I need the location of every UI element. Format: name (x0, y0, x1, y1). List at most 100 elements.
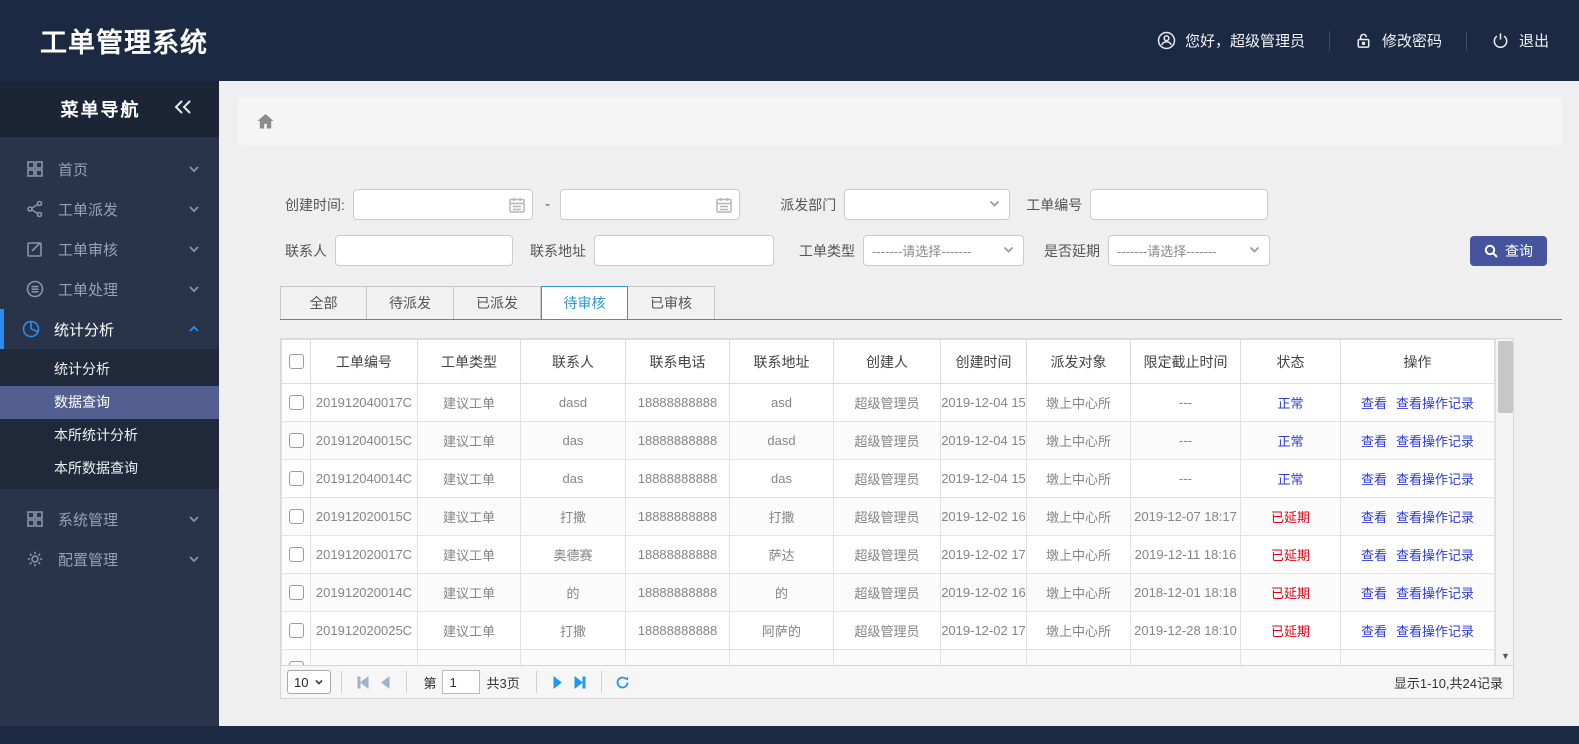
submenu-item-statistics[interactable]: 统计分析 (0, 353, 219, 386)
view-link[interactable]: 查看 (1361, 624, 1387, 639)
contact-input[interactable] (335, 235, 513, 266)
submenu-item-data-query[interactable]: 数据查询 (0, 386, 219, 419)
cell-order-no: 201912040014C (310, 459, 418, 498)
sidebar-item-label: 首页 (58, 161, 89, 179)
row-actions: 查看 查看操作记录 (1340, 573, 1495, 612)
cell-create-time (940, 649, 1027, 665)
calendar-icon[interactable] (715, 196, 733, 214)
view-link[interactable]: 查看 (1361, 586, 1387, 601)
view-log-link[interactable]: 查看操作记录 (1396, 434, 1474, 449)
sidebar-item-review[interactable]: 工单审核 (0, 229, 219, 269)
sidebar-item-system[interactable]: 系统管理 (0, 499, 219, 539)
user-greeting[interactable]: 您好，超级管理员 (1157, 30, 1305, 51)
address-field[interactable] (595, 236, 773, 265)
cell-order-type: 建议工单 (417, 497, 521, 536)
work-order-table-zone: 工单编号 工单类型 联系人 联系电话 联系地址 创建人 创建时间 派发对象 限定… (280, 338, 1514, 699)
view-link[interactable]: 查看 (1361, 548, 1387, 563)
row-actions: 查看 查看操作记录 (1340, 497, 1495, 536)
statistics-submenu: 统计分析 数据查询 本所统计分析 本所数据查询 (0, 349, 219, 489)
sidebar-item-process[interactable]: 工单处理 (0, 269, 219, 309)
row-checkbox[interactable] (288, 395, 304, 410)
view-log-link[interactable]: 查看操作记录 (1396, 586, 1474, 601)
row-checkbox[interactable] (288, 471, 304, 486)
create-time-start-input[interactable] (352, 189, 533, 220)
calendar-icon[interactable] (508, 196, 526, 214)
sidebar-collapse-icon[interactable] (173, 99, 219, 120)
address-input[interactable] (594, 235, 774, 266)
cell-address: asd (729, 383, 834, 422)
scrollbar-thumb[interactable] (1498, 341, 1513, 413)
change-password-button[interactable]: 修改密码 (1354, 30, 1442, 51)
view-log-link[interactable]: 查看操作记录 (1396, 472, 1474, 487)
tab-reviewed[interactable]: 已审核 (628, 286, 715, 319)
cell-order-no: 201912020014C (310, 573, 418, 612)
column-header: 工单编号 (310, 339, 418, 384)
home-icon[interactable] (256, 112, 275, 131)
first-page-button[interactable] (352, 671, 374, 693)
next-page-button[interactable] (547, 671, 569, 693)
view-log-link[interactable]: 查看操作记录 (1396, 510, 1474, 525)
cell-contact: das (520, 421, 626, 460)
view-log-link[interactable]: 查看操作记录 (1396, 624, 1474, 639)
sidebar-item-home[interactable]: 首页 (0, 149, 219, 189)
view-log-link[interactable]: 查看操作记录 (1396, 548, 1474, 563)
tab-to-review[interactable]: 待审核 (541, 286, 628, 320)
row-actions: 查看 查看操作记录 (1340, 611, 1495, 650)
last-page-button[interactable] (569, 671, 591, 693)
page-number-input[interactable] (442, 670, 481, 694)
table-row (281, 649, 1495, 665)
row-checkbox[interactable] (288, 433, 304, 448)
sidebar-item-dispatch[interactable]: 工单派发 (0, 189, 219, 229)
chevron-down-icon (187, 242, 201, 256)
sidebar-item-statistics[interactable]: 统计分析 (0, 309, 219, 349)
sidebar-item-config[interactable]: 配置管理 (0, 539, 219, 579)
date-input[interactable] (561, 190, 740, 219)
select-all-checkbox[interactable] (288, 354, 304, 369)
delay-select[interactable]: -------请选择------- (1108, 235, 1270, 266)
cell-create-time: 2019-12-02 17 (940, 535, 1027, 574)
divider (600, 671, 602, 693)
page-size-select[interactable]: 10 (287, 670, 332, 694)
order-no-field[interactable] (1091, 190, 1268, 219)
date-input[interactable] (353, 190, 532, 219)
submenu-item-branch-statistics[interactable]: 本所统计分析 (0, 419, 219, 452)
cell-create-time: 2019-12-04 15 (940, 383, 1027, 422)
view-link[interactable]: 查看 (1361, 434, 1387, 449)
cell-dispatch-target: 墩上中心所 (1026, 573, 1131, 612)
cell-order-no: 201912040017C (310, 383, 418, 422)
refresh-button[interactable] (612, 671, 634, 693)
row-actions: 查看 查看操作记录 (1340, 535, 1495, 574)
tab-all[interactable]: 全部 (280, 286, 367, 319)
cell-contact: 打撒 (520, 611, 626, 650)
row-checkbox[interactable] (288, 661, 304, 665)
scrollbar-down-arrow[interactable]: ▼ (1499, 650, 1512, 663)
dispatch-dept-select[interactable] (844, 189, 1011, 220)
view-log-link[interactable]: 查看操作记录 (1396, 396, 1474, 411)
logout-button[interactable]: 退出 (1491, 30, 1549, 51)
prev-page-button[interactable] (374, 671, 396, 693)
cell-order-type: 建议工单 (417, 459, 521, 498)
address-label: 联系地址 (530, 242, 586, 259)
row-checkbox[interactable] (288, 509, 304, 524)
search-icon (1484, 244, 1498, 258)
order-type-select[interactable]: -------请选择------- (863, 235, 1024, 266)
row-checkbox[interactable] (288, 623, 304, 638)
table-scrollbar[interactable]: ▼ (1495, 339, 1513, 665)
contact-field[interactable] (336, 236, 512, 265)
tab-dispatched[interactable]: 已派发 (454, 286, 541, 319)
tab-to-dispatch[interactable]: 待派发 (367, 286, 454, 319)
cell-order-no (310, 649, 418, 665)
greeting-label: 您好，超级管理员 (1184, 33, 1305, 50)
view-link[interactable]: 查看 (1361, 510, 1387, 525)
order-no-input[interactable] (1090, 189, 1269, 220)
view-link[interactable]: 查看 (1361, 472, 1387, 487)
row-checkbox[interactable] (288, 585, 304, 600)
main-content: 创建时间: - 派发部门 工单编号 联系人 联系地址 工单类型 -------请… (219, 81, 1579, 726)
create-time-end-input[interactable] (560, 189, 741, 220)
row-checkbox[interactable] (288, 547, 304, 562)
chevron-down-icon (187, 512, 201, 526)
status-badge: 已延期 (1240, 497, 1341, 536)
submenu-item-branch-data-query[interactable]: 本所数据查询 (0, 452, 219, 485)
view-link[interactable]: 查看 (1361, 396, 1387, 411)
search-button[interactable]: 查询 (1470, 235, 1547, 266)
